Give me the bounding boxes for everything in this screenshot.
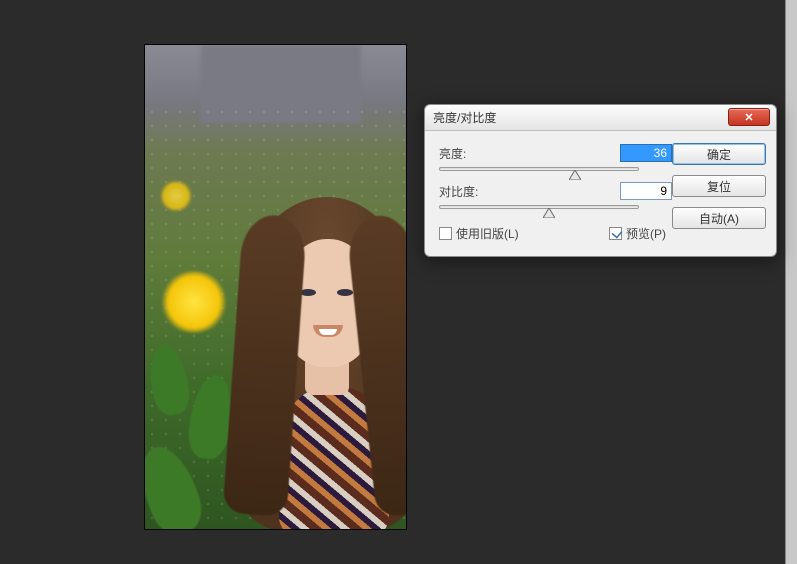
reset-button[interactable]: 复位: [672, 175, 766, 197]
preview-checkbox[interactable]: [609, 227, 622, 240]
contrast-label: 对比度:: [439, 183, 509, 200]
brightness-slider[interactable]: [439, 167, 639, 171]
auto-button[interactable]: 自动(A): [672, 207, 766, 229]
dialog-titlebar[interactable]: 亮度/对比度 ✕: [425, 105, 776, 131]
brightness-contrast-dialog: 亮度/对比度 ✕ 亮度: 对比度:: [424, 104, 777, 257]
close-icon: ✕: [744, 111, 753, 124]
use-legacy-checkbox[interactable]: [439, 227, 452, 240]
brightness-slider-thumb[interactable]: [569, 170, 581, 180]
contrast-input[interactable]: [620, 182, 672, 200]
portrait: [227, 197, 407, 530]
ok-button[interactable]: 确定: [672, 143, 766, 165]
bg-flower: [159, 181, 193, 211]
dialog-title: 亮度/对比度: [433, 109, 496, 126]
close-button[interactable]: ✕: [728, 108, 770, 126]
app-right-edge: [785, 0, 797, 564]
contrast-slider[interactable]: [439, 205, 639, 209]
preview-label: 预览(P): [626, 225, 666, 242]
brightness-input[interactable]: [620, 144, 672, 162]
bg-flower: [159, 271, 229, 333]
use-legacy-label: 使用旧版(L): [456, 225, 519, 242]
contrast-slider-thumb[interactable]: [543, 208, 555, 218]
brightness-label: 亮度:: [439, 145, 509, 162]
image-canvas[interactable]: [144, 44, 407, 530]
